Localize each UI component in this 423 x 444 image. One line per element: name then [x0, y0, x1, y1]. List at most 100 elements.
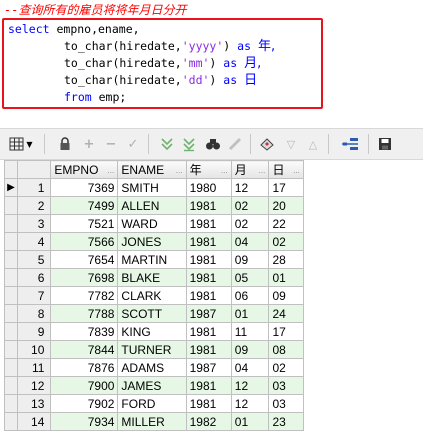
- cell-year[interactable]: 1981: [185, 286, 232, 305]
- cell-empno[interactable]: 7782: [50, 286, 119, 305]
- cell-month[interactable]: 12: [230, 376, 270, 395]
- cell-year[interactable]: 1982: [185, 412, 232, 431]
- table-row[interactable]: 12 7900 JAMES 1981 12 03: [4, 376, 304, 395]
- cell-month[interactable]: 11: [230, 322, 270, 341]
- table-row[interactable]: 14 7934 MILLER 1982 01 23: [4, 412, 304, 431]
- cell-day[interactable]: 09: [268, 286, 304, 305]
- cell-ename[interactable]: KING: [117, 322, 187, 341]
- table-row[interactable]: 9 7839 KING 1981 11 17: [4, 322, 304, 341]
- cell-day[interactable]: 02: [268, 232, 304, 251]
- cell-year[interactable]: 1987: [185, 304, 232, 323]
- column-header-ename[interactable]: ENAME…: [117, 160, 187, 179]
- cell-ename[interactable]: BLAKE: [117, 268, 187, 287]
- cell-month[interactable]: 04: [230, 232, 270, 251]
- table-row[interactable]: 6 7698 BLAKE 1981 05 01: [4, 268, 304, 287]
- cell-month[interactable]: 06: [230, 286, 270, 305]
- cell-ename[interactable]: SCOTT: [117, 304, 187, 323]
- query-by-example-icon[interactable]: [338, 135, 362, 153]
- next-icon[interactable]: [158, 135, 176, 153]
- table-row[interactable]: 4 7566 JONES 1981 04 02: [4, 232, 304, 251]
- table-row[interactable]: 5 7654 MARTIN 1981 09 28: [4, 250, 304, 269]
- cell-month[interactable]: 02: [230, 214, 270, 233]
- cell-empno[interactable]: 7698: [50, 268, 119, 287]
- cell-empno[interactable]: 7654: [50, 250, 119, 269]
- cell-day[interactable]: 24: [268, 304, 304, 323]
- cell-empno[interactable]: 7839: [50, 322, 119, 341]
- cell-ename[interactable]: CLARK: [117, 286, 187, 305]
- cell-empno[interactable]: 7566: [50, 232, 119, 251]
- cell-month[interactable]: 12: [230, 394, 270, 413]
- cell-day[interactable]: 03: [268, 394, 304, 413]
- cell-month[interactable]: 02: [230, 196, 270, 215]
- cell-month[interactable]: 05: [230, 268, 270, 287]
- cell-month[interactable]: 04: [230, 358, 270, 377]
- cell-year[interactable]: 1981: [185, 250, 232, 269]
- cell-ename[interactable]: ADAMS: [117, 358, 187, 377]
- cell-year[interactable]: 1981: [185, 394, 232, 413]
- cell-month[interactable]: 12: [230, 178, 270, 197]
- cell-empno[interactable]: 7902: [50, 394, 119, 413]
- cell-ename[interactable]: SMITH: [117, 178, 187, 197]
- cell-empno[interactable]: 7844: [50, 340, 119, 359]
- arrow-up-icon[interactable]: △: [304, 135, 322, 153]
- clear-icon[interactable]: [226, 135, 244, 153]
- lock-icon[interactable]: [56, 135, 74, 153]
- table-row[interactable]: ▶ 1 7369 SMITH 1980 12 17: [4, 178, 304, 197]
- cell-year[interactable]: 1981: [185, 196, 232, 215]
- cell-day[interactable]: 17: [268, 322, 304, 341]
- cell-year[interactable]: 1981: [185, 340, 232, 359]
- cell-ename[interactable]: TURNER: [117, 340, 187, 359]
- cell-year[interactable]: 1981: [185, 376, 232, 395]
- cell-day[interactable]: 02: [268, 358, 304, 377]
- cell-day[interactable]: 20: [268, 196, 304, 215]
- cell-year[interactable]: 1981: [185, 232, 232, 251]
- cell-ename[interactable]: MARTIN: [117, 250, 187, 269]
- cell-month[interactable]: 01: [230, 412, 270, 431]
- post-icon[interactable]: ✓: [124, 135, 142, 153]
- grid-menu-icon[interactable]: ▼: [6, 135, 36, 153]
- column-header-year[interactable]: 年…: [185, 160, 232, 179]
- cell-empno[interactable]: 7788: [50, 304, 119, 323]
- cell-empno[interactable]: 7900: [50, 376, 119, 395]
- table-row[interactable]: 7 7782 CLARK 1981 06 09: [4, 286, 304, 305]
- cell-empno[interactable]: 7934: [50, 412, 119, 431]
- cell-year[interactable]: 1981: [185, 214, 232, 233]
- column-header-empno[interactable]: EMPNO…: [50, 160, 119, 179]
- cell-day[interactable]: 03: [268, 376, 304, 395]
- cell-year[interactable]: 1987: [185, 358, 232, 377]
- cell-ename[interactable]: MILLER: [117, 412, 187, 431]
- cell-year[interactable]: 1980: [185, 178, 232, 197]
- cell-empno[interactable]: 7369: [50, 178, 119, 197]
- table-row[interactable]: 10 7844 TURNER 1981 09 08: [4, 340, 304, 359]
- cell-month[interactable]: 09: [230, 250, 270, 269]
- cell-empno[interactable]: 7876: [50, 358, 119, 377]
- table-row[interactable]: 3 7521 WARD 1981 02 22: [4, 214, 304, 233]
- save-icon[interactable]: [376, 135, 394, 153]
- cell-day[interactable]: 22: [268, 214, 304, 233]
- last-icon[interactable]: [180, 135, 198, 153]
- cell-year[interactable]: 1981: [185, 268, 232, 287]
- cell-empno[interactable]: 7499: [50, 196, 119, 215]
- cell-ename[interactable]: WARD: [117, 214, 187, 233]
- cell-day[interactable]: 17: [268, 178, 304, 197]
- cell-month[interactable]: 01: [230, 304, 270, 323]
- table-row[interactable]: 11 7876 ADAMS 1987 04 02: [4, 358, 304, 377]
- find-icon[interactable]: [204, 135, 222, 153]
- cell-day[interactable]: 23: [268, 412, 304, 431]
- column-header-day[interactable]: 日…: [268, 160, 304, 179]
- column-header-month[interactable]: 月…: [230, 160, 270, 179]
- arrow-down-icon[interactable]: ▽: [282, 135, 300, 153]
- table-row[interactable]: 2 7499 ALLEN 1981 02 20: [4, 196, 304, 215]
- cell-day[interactable]: 08: [268, 340, 304, 359]
- cell-year[interactable]: 1981: [185, 322, 232, 341]
- cell-empno[interactable]: 7521: [50, 214, 119, 233]
- print-icon[interactable]: [258, 135, 276, 153]
- result-grid[interactable]: EMPNO… ENAME… 年… 月… 日… ▶ 1 7369 SMITH 1980 12…: [4, 160, 304, 431]
- cell-ename[interactable]: ALLEN: [117, 196, 187, 215]
- cell-day[interactable]: 01: [268, 268, 304, 287]
- cell-ename[interactable]: JONES: [117, 232, 187, 251]
- cell-ename[interactable]: FORD: [117, 394, 187, 413]
- table-row[interactable]: 13 7902 FORD 1981 12 03: [4, 394, 304, 413]
- delete-record-icon[interactable]: −: [102, 135, 120, 153]
- cell-month[interactable]: 09: [230, 340, 270, 359]
